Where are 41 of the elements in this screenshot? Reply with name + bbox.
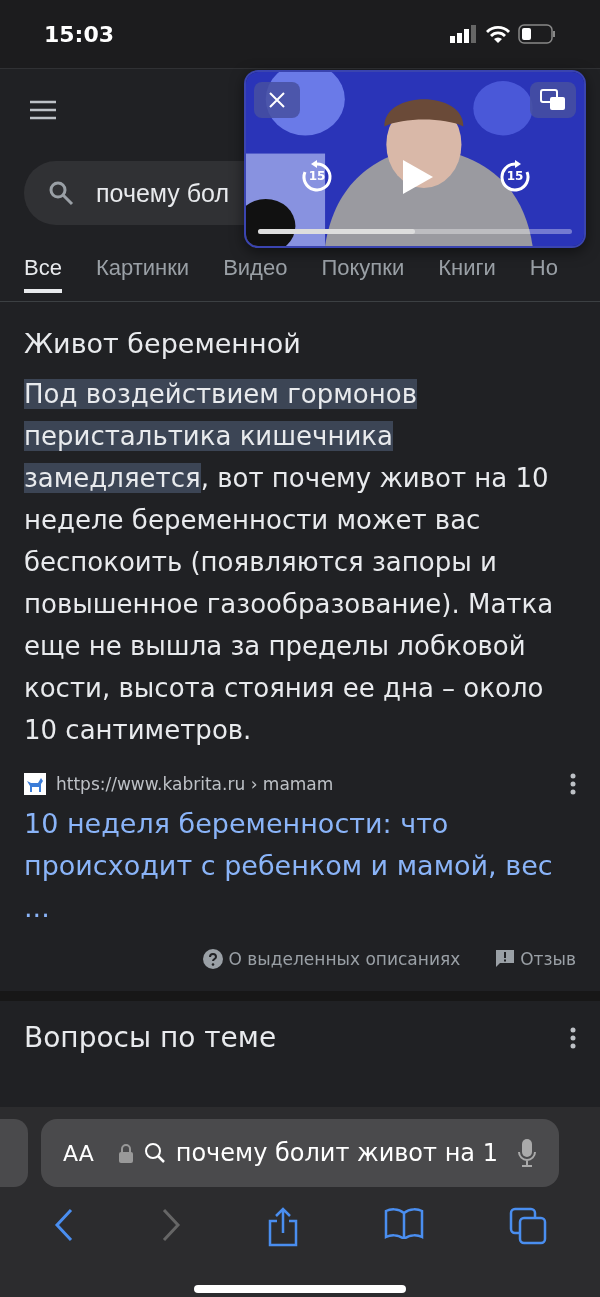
book-icon bbox=[384, 1207, 425, 1239]
section-title: Вопросы по теме bbox=[24, 1021, 277, 1054]
back-icon bbox=[52, 1207, 75, 1243]
close-button[interactable] bbox=[254, 82, 300, 118]
windows-icon bbox=[540, 89, 566, 111]
lock-icon bbox=[117, 1143, 134, 1163]
wifi-icon bbox=[486, 25, 510, 43]
play-icon[interactable] bbox=[401, 158, 435, 196]
site-icon bbox=[24, 773, 46, 795]
feedback-link[interactable]: Отзыв bbox=[520, 949, 576, 969]
search-icon bbox=[143, 1142, 166, 1164]
search-tab[interactable]: Но bbox=[529, 249, 558, 293]
microphone-icon[interactable] bbox=[517, 1138, 537, 1168]
close-icon bbox=[269, 92, 285, 108]
result-link[interactable]: 10 неделя беременности: что происходит с ребенком и мамой, вес ... bbox=[24, 803, 576, 929]
restore-button[interactable] bbox=[530, 82, 576, 118]
feedback-icon bbox=[496, 950, 515, 968]
search-icon bbox=[48, 180, 74, 206]
skip-forward-button[interactable]: 15 bbox=[498, 160, 532, 194]
more-icon[interactable] bbox=[570, 773, 576, 795]
search-tab[interactable]: Книги bbox=[438, 249, 496, 293]
search-tab[interactable]: Покупки bbox=[321, 249, 405, 293]
search-tab[interactable]: Картинки bbox=[95, 249, 190, 293]
video-progress[interactable] bbox=[258, 229, 572, 234]
about-link[interactable]: О выделенных описаниях bbox=[228, 949, 461, 969]
address-bar[interactable]: AA почему болит живот на 1 bbox=[41, 1119, 559, 1187]
share-icon bbox=[266, 1207, 299, 1247]
battery-icon bbox=[518, 24, 556, 44]
snippet-title: Живот беременной bbox=[24, 328, 302, 359]
search-tab[interactable]: Все bbox=[24, 249, 62, 293]
menu-icon[interactable] bbox=[28, 99, 58, 121]
address-text: почему болит живот на 1 bbox=[175, 1139, 499, 1167]
more-icon[interactable] bbox=[570, 1026, 576, 1049]
tabs-icon bbox=[509, 1207, 548, 1245]
search-tab[interactable]: Видео bbox=[223, 249, 288, 293]
signal-icon bbox=[450, 25, 478, 43]
snippet-text: Под воздействием гормонов перистальтика кишечника замедляется, вот почему живот на 10 неделе беременности может вас беспокоить (появляются запоры и повышенное газообразование). Матка еще не вышла за пределы лобковой кости, высота стояния ее дна – около 10 сантиметров. bbox=[24, 378, 555, 747]
help-icon bbox=[202, 949, 223, 969]
source-url[interactable]: https://www.kabrita.ru › mamam bbox=[56, 774, 334, 794]
clock: 15:03 bbox=[44, 21, 115, 47]
text-size-button[interactable]: AA bbox=[63, 1140, 94, 1166]
